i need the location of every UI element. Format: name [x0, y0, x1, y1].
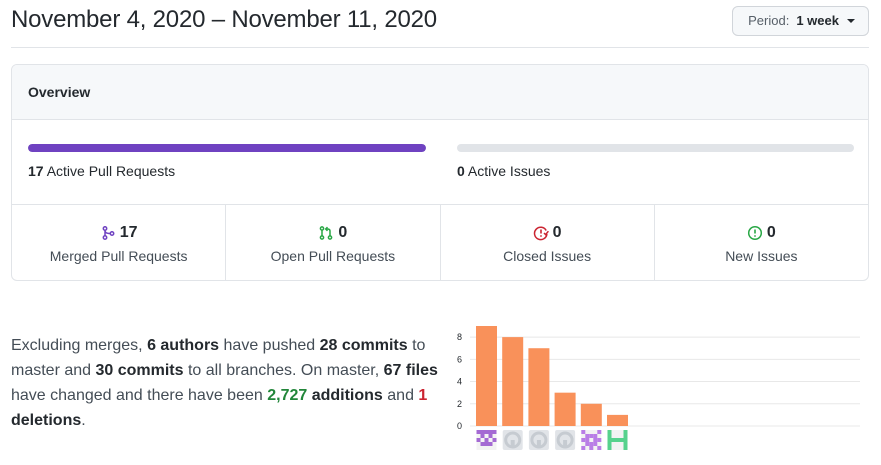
summary-text: and	[382, 387, 419, 404]
period-label: Period:	[748, 13, 790, 28]
git-merge-icon	[102, 226, 115, 240]
chart-bar[interactable]	[502, 337, 524, 426]
additions-count: 2,727	[267, 387, 308, 404]
closed-issues-count: 0	[552, 224, 562, 241]
chart-bar[interactable]	[554, 392, 576, 426]
summary-text: have changed and there have been	[11, 387, 268, 404]
chart-bar[interactable]	[580, 403, 602, 426]
overview-panel: Overview 17 Active Pull Requests 0 Activ…	[11, 64, 869, 281]
overview-title: Overview	[12, 65, 868, 120]
summary-text: have pushed	[219, 337, 320, 354]
author-avatar[interactable]	[502, 430, 523, 450]
period-value: 1 week	[796, 13, 839, 28]
overview-stats: 17 Merged Pull Requests 0 Open Pull Requ…	[12, 205, 868, 280]
author-avatar[interactable]	[555, 430, 576, 450]
summary-text: Excluding merges,	[11, 337, 148, 354]
git-pull-request-icon	[320, 226, 333, 240]
commits-master-link[interactable]: 28 commits	[320, 337, 408, 354]
overview-progress-section: 17 Active Pull Requests 0 Active Issues	[12, 120, 868, 205]
active-pull-requests-link[interactable]: 17 Active Pull Requests	[28, 163, 175, 179]
author-avatar[interactable]	[476, 430, 497, 450]
closed-issues-stat[interactable]: 0 Closed Issues	[441, 205, 655, 280]
merged-pull-requests-count: 17	[119, 224, 138, 241]
files-changed-link[interactable]: 67 files	[384, 362, 438, 379]
summary-text: to all branches. On master,	[183, 362, 384, 379]
deletions-count: 1	[418, 387, 428, 404]
deletions-label: deletions	[11, 412, 82, 429]
caret-down-icon	[847, 19, 855, 23]
chart-y-tick-label: 0	[457, 421, 462, 431]
chart-bar[interactable]	[607, 414, 628, 426]
active-pull-requests-bar-fill	[28, 144, 426, 152]
open-pull-requests-stat[interactable]: 0 Open Pull Requests	[226, 205, 441, 280]
authors-count-link[interactable]: 6 authors	[147, 337, 219, 354]
new-issues-count: 0	[766, 224, 776, 241]
active-pull-requests-bar	[28, 144, 426, 152]
chart-y-tick-label: 6	[457, 354, 462, 364]
open-pull-requests-count: 0	[338, 224, 348, 241]
issue-opened-icon	[747, 225, 762, 241]
issue-closed-icon	[533, 226, 549, 241]
active-issues-bar	[457, 144, 854, 152]
summary-text: .	[81, 412, 86, 429]
commits-all-branches-link[interactable]: 30 commits	[95, 362, 183, 379]
closed-issues-label: Closed Issues	[503, 248, 592, 264]
open-pull-requests-label: Open Pull Requests	[270, 248, 396, 264]
chart-bar[interactable]	[476, 326, 497, 426]
merged-pull-requests-label: Merged Pull Requests	[49, 248, 188, 264]
active-pull-requests-count: 17	[28, 163, 44, 179]
chart-y-tick-label: 4	[457, 377, 462, 387]
author-avatar[interactable]	[607, 430, 628, 450]
chart-y-tick-label: 8	[457, 332, 462, 342]
commit-summary-text: Excluding merges, 6 authors have pushed …	[11, 333, 441, 433]
merged-pull-requests-stat[interactable]: 17 Merged Pull Requests	[12, 205, 227, 280]
chart-y-tick-label: 2	[457, 399, 462, 409]
new-issues-label: New Issues	[725, 248, 798, 264]
active-issues-label: Active Issues	[467, 163, 551, 179]
author-avatar[interactable]	[528, 430, 549, 450]
active-issues-link[interactable]: 0 Active Issues	[457, 163, 550, 179]
active-pull-requests-label: Active Pull Requests	[46, 163, 176, 179]
chart-bar[interactable]	[528, 348, 550, 426]
author-avatar[interactable]	[581, 430, 602, 450]
active-issues-count: 0	[457, 163, 465, 179]
commits-by-author-chart: 0 2 4 6 8	[457, 326, 860, 450]
date-range-title: November 4, 2020 – November 11, 2020	[11, 6, 437, 33]
page-header: November 4, 2020 – November 11, 2020 Per…	[11, 0, 869, 48]
period-dropdown-button[interactable]: Period: 1 week	[732, 6, 869, 36]
new-issues-stat[interactable]: 0 New Issues	[655, 205, 868, 280]
additions-label: additions	[307, 387, 383, 404]
